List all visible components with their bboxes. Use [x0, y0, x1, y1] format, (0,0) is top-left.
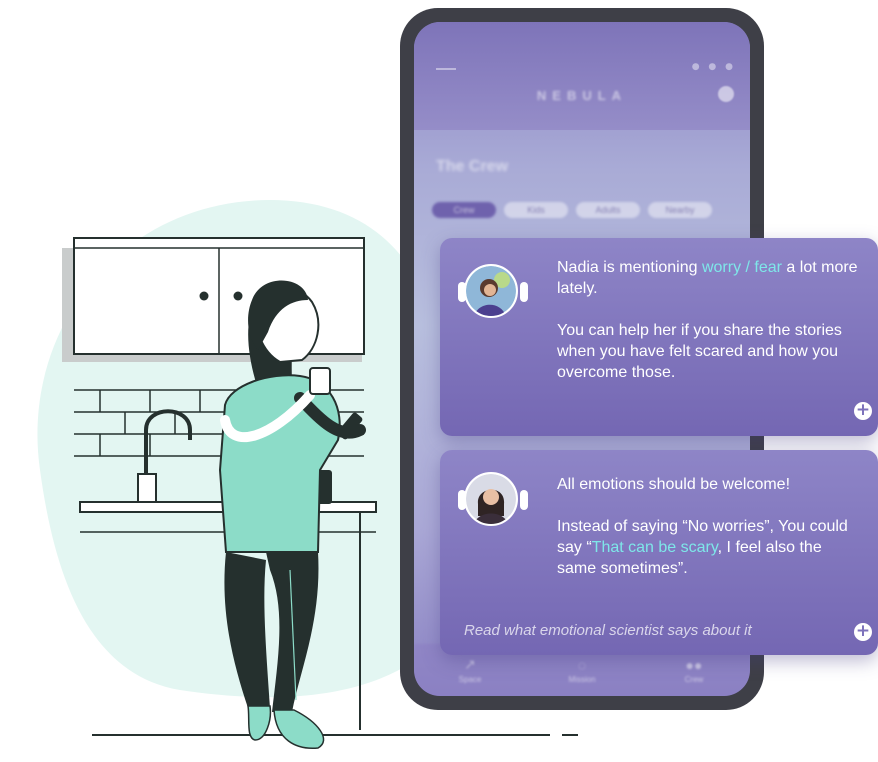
- advice-text: You can help her if you share the storie…: [557, 322, 842, 381]
- message-title: All emotions should be welcome!: [557, 476, 791, 493]
- plus-circle-icon[interactable]: +: [854, 623, 872, 641]
- chip-adults[interactable]: Adults: [576, 202, 640, 218]
- nav-label: Space: [458, 675, 482, 684]
- people-icon: ●●: [685, 656, 703, 673]
- nav-item-mission[interactable]: ◌ Mission: [547, 657, 617, 684]
- card-message: Nadia is mentioning worry / fear a lot m…: [557, 257, 862, 383]
- message-text: Nadia is mentioning: [557, 259, 702, 276]
- emotion-highlight: worry / fear: [701, 259, 782, 276]
- app-header: ● ● ● NEBULA: [414, 22, 750, 130]
- avatar: [464, 264, 518, 318]
- group-title: The Crew: [436, 158, 509, 175]
- headphone-right-icon: [520, 282, 528, 302]
- filter-chips: Crew Kids Adults Nearby: [432, 202, 712, 218]
- insight-card-worry[interactable]: Nadia is mentioning worry / fear a lot m…: [440, 238, 878, 436]
- chip-kids[interactable]: Kids: [504, 202, 568, 218]
- rocket-icon: ↗: [464, 656, 476, 672]
- nav-label: Mission: [568, 674, 596, 684]
- card-message: All emotions should be welcome! Instead …: [557, 474, 862, 579]
- app-title: NEBULA: [536, 88, 628, 103]
- read-more-link[interactable]: Read what emotional scientist says about…: [464, 622, 752, 639]
- status-bar-icons: ● ● ●: [691, 62, 736, 72]
- headphone-right-icon: [520, 490, 528, 510]
- avatar: [464, 472, 518, 526]
- chip-crew[interactable]: Crew: [432, 202, 496, 218]
- settings-gear-icon[interactable]: [718, 86, 734, 102]
- status-bar-time: [436, 68, 456, 70]
- insight-card-emotions[interactable]: All emotions should be welcome! Instead …: [440, 450, 878, 655]
- planet-icon: ◌: [577, 656, 587, 673]
- plus-circle-icon[interactable]: +: [854, 402, 872, 420]
- nav-item-crew[interactable]: ●● Crew: [659, 657, 729, 684]
- phrase-highlight: That can be scary: [591, 539, 718, 556]
- chip-nearby[interactable]: Nearby: [648, 202, 712, 218]
- nav-label: Crew: [684, 674, 704, 684]
- nav-item-space[interactable]: ↗ Space: [435, 656, 505, 684]
